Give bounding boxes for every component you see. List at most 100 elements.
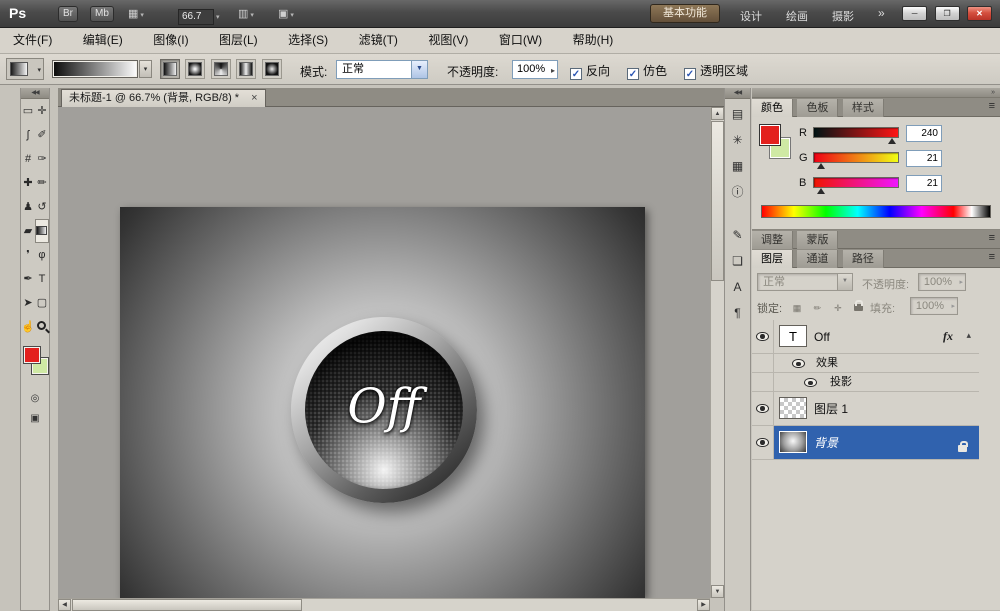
rectangular-marquee-tool[interactable]: ▭ [21, 99, 35, 123]
restore-button[interactable]: ❐ [935, 6, 960, 21]
scroll-right-icon[interactable]: ▶ [697, 599, 710, 611]
tab-masks[interactable]: 蒙版 [797, 231, 838, 250]
lock-all-icon[interactable] [851, 303, 865, 313]
visibility-cell[interactable] [752, 320, 774, 353]
layer-row-layer1[interactable]: 图层 1 [752, 392, 979, 426]
document-canvas[interactable]: Off [120, 207, 645, 598]
opacity-popup-icon[interactable]: ▸ [551, 62, 555, 79]
move-tool[interactable]: ✛ [35, 99, 49, 123]
workspace-painting-button[interactable]: 绘画 [786, 8, 808, 24]
layer-opacity-field[interactable]: 100%▸ [918, 273, 966, 291]
diamond-gradient-button[interactable] [262, 59, 282, 79]
horizontal-scrollbar[interactable]: ◀ ▶ [58, 598, 710, 611]
fill-popup-icon[interactable]: ▸ [951, 299, 955, 315]
scroll-left-icon[interactable]: ◀ [58, 599, 71, 611]
screen-mode-dropdown[interactable]: ▣▾ [278, 7, 294, 20]
expand-dock-icon[interactable]: ◀◀ [725, 88, 750, 99]
layer-row-drop-shadow[interactable]: 投影 [752, 373, 979, 392]
blue-channel-value[interactable]: 21 [906, 175, 942, 192]
rectangle-tool[interactable]: ▢ [35, 291, 49, 315]
red-channel-slider[interactable] [813, 127, 899, 138]
zoom-level-control[interactable]: 66.7▾ [178, 6, 220, 25]
blend-mode-select[interactable]: 正常▼ [336, 60, 428, 79]
canvas-viewport[interactable]: Off [58, 107, 710, 598]
eraser-tool[interactable]: ▰ [21, 219, 35, 243]
gradient-preview[interactable] [52, 60, 138, 78]
hand-tool[interactable]: ☝ [21, 315, 35, 339]
dither-checkbox[interactable]: ✓仿色 [627, 62, 667, 80]
path-selection-tool[interactable]: ➤ [21, 291, 35, 315]
screen-mode-button[interactable]: ▣ [26, 411, 44, 426]
pen-tool[interactable]: ✒ [21, 267, 35, 291]
visibility-cell[interactable] [752, 426, 774, 459]
color-spectrum-ramp[interactable] [761, 205, 991, 218]
menu-window[interactable]: 窗口(W) [486, 28, 555, 53]
vertical-scroll-thumb[interactable] [711, 121, 724, 281]
slider-handle[interactable] [817, 159, 825, 169]
reflected-gradient-button[interactable] [236, 59, 256, 79]
dodge-tool[interactable]: φ [35, 243, 49, 267]
lock-transparent-pixels-icon[interactable]: ▦ [790, 303, 804, 314]
scroll-up-icon[interactable]: ▲ [711, 107, 724, 120]
menu-image[interactable]: 图像(I) [140, 28, 201, 53]
red-channel-value[interactable]: 240 [906, 125, 942, 142]
tab-styles[interactable]: 样式 [843, 99, 884, 118]
layer-row-off[interactable]: T Off fx ▴ [752, 320, 979, 354]
spot-healing-brush-tool[interactable]: ✚ [21, 171, 35, 195]
histogram-panel-icon[interactable]: ▦ [727, 156, 748, 177]
panel-menu-icon[interactable]: ≡ [989, 100, 995, 112]
character-panel-icon[interactable]: A [727, 277, 748, 298]
opacity-field[interactable]: 100%▸ [512, 60, 558, 79]
arrange-documents-dropdown[interactable]: ▥▾ [238, 7, 254, 20]
combo-arrow-icon[interactable]: ▼ [837, 274, 852, 290]
paragraph-panel-icon[interactable]: ¶ [727, 303, 748, 324]
document-tab[interactable]: 未标题-1 @ 66.7% (背景, RGB/8) * × [61, 89, 266, 107]
tab-swatches[interactable]: 色板 [797, 99, 838, 118]
combo-arrow-icon[interactable]: ▼ [411, 61, 427, 78]
menu-view[interactable]: 视图(V) [415, 28, 481, 53]
menu-select[interactable]: 选择(S) [275, 28, 341, 53]
opacity-popup-icon[interactable]: ▸ [959, 275, 963, 291]
reverse-checkbox[interactable]: ✓反向 [570, 62, 610, 80]
quick-selection-tool[interactable]: ✐ [35, 123, 49, 147]
layer-blend-mode-select[interactable]: 正常▼ [757, 273, 853, 291]
styles-panel-icon[interactable]: ✳ [727, 130, 748, 151]
mini-bridge-button[interactable]: Mb [90, 6, 114, 22]
lasso-tool[interactable]: ʃ [21, 123, 35, 147]
collapse-effects-icon[interactable]: ▴ [966, 330, 971, 341]
zoom-level-field[interactable]: 66.7 [178, 9, 214, 25]
blur-tool[interactable]: ❜ [21, 243, 35, 267]
layer-row-effects[interactable]: 效果 [752, 354, 979, 373]
eyedropper-tool[interactable]: ✑ [35, 147, 49, 171]
workspace-photography-button[interactable]: 摄影 [832, 8, 854, 24]
close-tab-icon[interactable]: × [251, 92, 257, 104]
brush-tool[interactable]: ✏ [35, 171, 49, 195]
quick-mask-button[interactable]: ◎ [26, 391, 44, 406]
history-brush-tool[interactable]: ↺ [35, 195, 49, 219]
slider-handle[interactable] [888, 134, 896, 144]
clone-stamp-tool[interactable]: ♟ [21, 195, 35, 219]
actions-panel-icon[interactable]: ▤ [727, 104, 748, 125]
drop-shadow-label[interactable]: 投影 [830, 373, 852, 392]
layer-name[interactable]: Off [814, 320, 830, 354]
fx-badge[interactable]: fx [943, 329, 953, 344]
background-layer-thumbnail[interactable] [779, 431, 807, 453]
menu-filter[interactable]: 滤镜(T) [346, 28, 411, 53]
lock-image-pixels-icon[interactable]: ✏ [810, 303, 824, 314]
close-button[interactable]: ✕ [967, 6, 992, 21]
tool-preset-picker[interactable]: ▾ [6, 58, 44, 80]
eye-icon[interactable] [804, 378, 817, 387]
layer-name[interactable]: 背景 [814, 426, 838, 460]
panel-menu-icon[interactable]: ≡ [989, 251, 995, 263]
collapse-tools-icon[interactable]: ◀◀ [21, 88, 49, 99]
green-channel-value[interactable]: 21 [906, 150, 942, 167]
layer-row-background[interactable]: 背景 [752, 426, 979, 460]
green-channel-slider[interactable] [813, 152, 899, 163]
menu-layer[interactable]: 图层(L) [206, 28, 271, 53]
info-panel-icon[interactable]: ⓘ [727, 182, 748, 203]
panel-foreground-swatch[interactable] [761, 126, 779, 144]
menu-file[interactable]: 文件(F) [0, 28, 65, 53]
minimize-button[interactable]: ─ [902, 6, 927, 21]
tab-adjustments[interactable]: 调整 [752, 231, 793, 250]
scroll-down-icon[interactable]: ▼ [711, 585, 724, 598]
